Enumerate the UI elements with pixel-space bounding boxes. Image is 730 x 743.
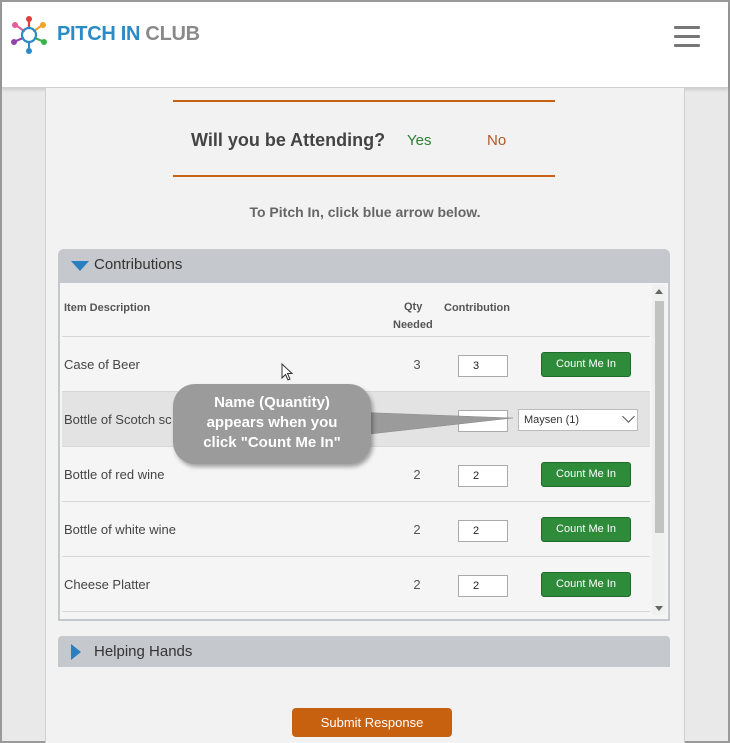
item-description: Cheese Platter [64, 577, 150, 592]
contributions-title: Contributions [94, 256, 183, 273]
header-contribution: Contribution [444, 302, 510, 314]
qty-needed: 2 [413, 577, 421, 592]
contributor-selected-value: Maysen (1) [524, 414, 580, 426]
callout-line-1: Name (Quantity) [214, 394, 330, 411]
expand-arrow-icon[interactable] [71, 644, 81, 660]
collapse-arrow-icon[interactable] [71, 261, 89, 271]
count-me-in-button[interactable]: Count Me In [541, 517, 631, 542]
table-scrollbar[interactable] [652, 285, 666, 615]
count-me-in-button[interactable]: Count Me In [541, 352, 631, 377]
item-description: Bottle of red wine [64, 467, 165, 482]
helping-hands-header[interactable]: Helping Hands [58, 636, 670, 667]
helping-hands-title: Helping Hands [94, 643, 193, 660]
annotation-callout: Name (Quantity) appears when you click "… [173, 384, 371, 464]
table-row: Case of Beer 3 3 Count Me In [62, 336, 650, 391]
contribution-input[interactable]: 2 [458, 575, 508, 597]
table-row: Cheese Platter 2 2 Count Me In [62, 556, 650, 611]
callout-line-2: appears when you [206, 414, 338, 431]
pitch-in-logo-icon [11, 16, 47, 54]
attend-yes-option[interactable]: Yes [407, 132, 431, 149]
item-description: Case of Beer [64, 357, 140, 372]
contribution-input[interactable] [458, 410, 508, 432]
table-row-partial [62, 611, 650, 619]
attend-no-option[interactable]: No [487, 132, 506, 149]
header-item-description: Item Description [64, 302, 151, 314]
attendance-panel: Will you be Attending? Yes No [173, 100, 555, 177]
app-header: PITCH IN CLUB [2, 2, 728, 88]
contributor-select[interactable]: Maysen (1) [518, 409, 638, 431]
chevron-down-icon [622, 410, 635, 423]
table-row: Bottle of white wine 2 2 Count Me In [62, 501, 650, 556]
contribution-input[interactable]: 3 [458, 355, 508, 377]
count-me-in-button[interactable]: Count Me In [541, 462, 631, 487]
qty-needed: 2 [413, 522, 421, 537]
qty-needed: 3 [413, 357, 421, 372]
pitch-in-hint: To Pitch In, click blue arrow below. [249, 204, 481, 220]
mouse-cursor-icon [281, 363, 294, 381]
count-me-in-button[interactable]: Count Me In [541, 572, 631, 597]
attendance-question: Will you be Attending? [191, 130, 386, 150]
scroll-up-icon[interactable] [655, 289, 663, 294]
header-needed: Needed [393, 319, 433, 331]
scroll-down-icon[interactable] [655, 606, 663, 611]
submit-response-button[interactable]: Submit Response [292, 708, 452, 737]
item-description: Bottle of white wine [64, 522, 177, 537]
item-description: Bottle of Scotch sc [64, 412, 172, 427]
scrollbar-thumb[interactable] [655, 301, 664, 533]
brand-part-2: CLUB [140, 23, 200, 45]
header-qty: Qty [404, 301, 423, 313]
brand-name[interactable]: PITCH IN CLUB [57, 23, 200, 46]
contributions-header[interactable]: Contributions [58, 249, 670, 283]
contribution-input[interactable]: 2 [458, 520, 508, 542]
menu-icon[interactable] [674, 26, 700, 48]
callout-line-3: click "Count Me In" [203, 434, 341, 451]
brand-part-1: PITCH IN [57, 23, 141, 45]
contribution-input[interactable]: 2 [458, 465, 508, 487]
qty-needed: 2 [413, 467, 421, 482]
